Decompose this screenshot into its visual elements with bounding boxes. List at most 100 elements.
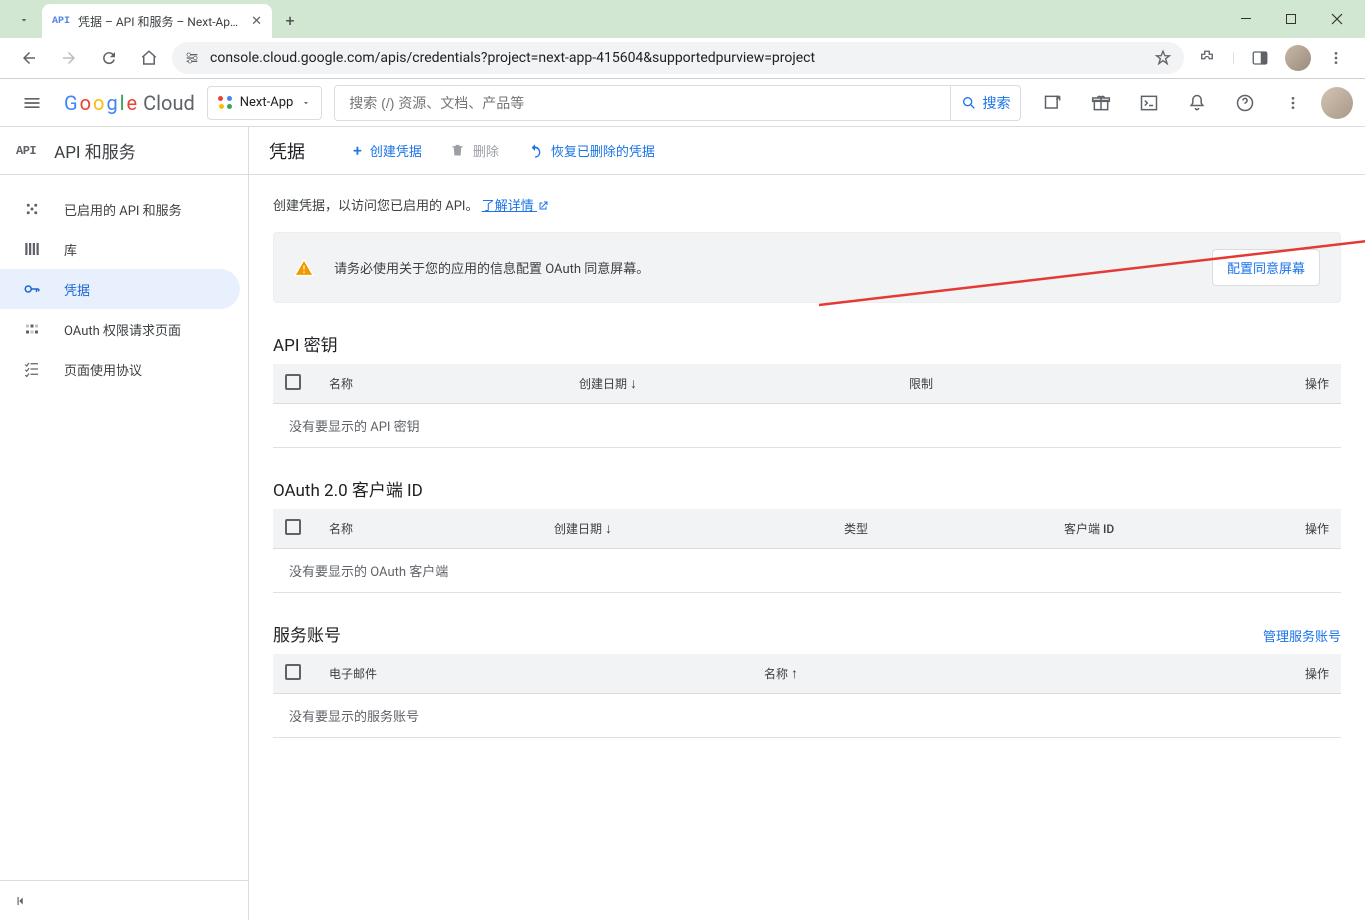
new-tab-button[interactable]: + [276,6,304,34]
maximize-icon[interactable] [1269,4,1314,34]
description: 创建凭据，以访问您已启用的 API。 了解详情 [273,195,1341,214]
window-controls [1224,4,1359,34]
sidebar-item-label: 库 [64,240,77,259]
help-icon[interactable] [1225,83,1265,123]
empty-row: 没有要显示的 OAuth 客户端 [273,549,1341,593]
sort-up-icon: ↑ [791,666,798,682]
home-button[interactable] [132,41,166,75]
undo-icon [527,143,543,159]
gemini-icon[interactable] [1033,83,1073,123]
close-icon[interactable]: ✕ [251,14,262,29]
search-button[interactable]: 搜索 [950,86,1020,120]
page-title: 凭据 [269,138,305,164]
sort-down-icon: ↓ [630,376,637,392]
checklist-icon [22,360,42,378]
tab-favicon: API [52,16,70,27]
sidebar-header[interactable]: API API 和服务 [0,127,248,175]
star-icon[interactable] [1154,49,1172,67]
learn-more-link[interactable]: 了解详情 [482,199,549,214]
google-cloud-logo[interactable]: Google Cloud [64,91,195,115]
project-selector[interactable]: Next-App [207,86,323,120]
main-content: 凭据 + 创建凭据 删除 恢复已删除的凭据 创建凭据，以访问您已启用的 API。… [249,127,1365,920]
col-actions: 操作 [1281,364,1341,404]
notifications-icon[interactable] [1177,83,1217,123]
project-name: Next-App [240,95,294,110]
more-menu-icon[interactable] [1273,83,1313,123]
empty-row: 没有要显示的服务账号 [273,694,1341,738]
col-client-id[interactable]: 客户端 ID [1052,509,1281,549]
section-title-oauth: OAuth 2.0 客户端 ID [273,476,1341,501]
sidebar-item-page-agreement[interactable]: 页面使用协议 [0,349,248,389]
chevron-left-icon [14,894,28,908]
sidebar: API API 和服务 已启用的 API 和服务 库 凭据 OAuth 权限请求… [0,127,249,920]
user-avatar[interactable] [1321,87,1353,119]
select-all-checkbox[interactable] [285,374,301,390]
address-bar: console.cloud.google.com/apis/credential… [0,38,1365,78]
sidebar-item-label: OAuth 权限请求页面 [64,320,181,339]
create-credential-button[interactable]: + 创建凭据 [353,135,422,166]
gcp-header: Google Cloud Next-App 搜索 [0,79,1365,127]
sidebar-item-credentials[interactable]: 凭据 [0,269,240,309]
empty-row: 没有要显示的 API 密钥 [273,404,1341,448]
col-actions: 操作 [1281,654,1341,694]
browser-menu-icon[interactable] [1319,41,1353,75]
tab-dropdown[interactable] [10,6,38,34]
section-title-api-keys: API 密钥 [273,331,1341,356]
browser-profile-avatar[interactable] [1285,45,1311,71]
addr-icons: | [1190,41,1353,75]
service-accounts-table: 电子邮件 名称 ↑ 操作 没有要显示的服务账号 [273,654,1341,738]
cloud-shell-icon[interactable] [1129,83,1169,123]
extensions-icon[interactable] [1190,41,1224,75]
trash-icon [450,143,465,158]
col-restrict[interactable]: 限制 [897,364,1281,404]
minimize-icon[interactable] [1224,4,1269,34]
hamburger-menu[interactable] [12,83,52,123]
search-icon [961,95,977,111]
forward-button[interactable] [52,41,86,75]
tab-title: 凭据 – API 和服务 – Next-App… [78,13,243,30]
gift-icon[interactable] [1081,83,1121,123]
browser-chrome: API 凭据 – API 和服务 – Next-App… ✕ + console… [0,0,1365,79]
side-panel-icon[interactable] [1243,41,1277,75]
sidebar-item-oauth-consent[interactable]: OAuth 权限请求页面 [0,309,248,349]
select-all-checkbox[interactable] [285,519,301,535]
col-created[interactable]: 创建日期 ↓ [567,364,897,404]
consent-icon [22,320,42,338]
col-created[interactable]: 创建日期 ↓ [542,509,832,549]
restore-deleted-button[interactable]: 恢复已删除的凭据 [527,135,655,166]
col-email[interactable]: 电子邮件 [317,654,752,694]
library-icon [22,240,42,258]
api-keys-table: 名称 创建日期 ↓ 限制 操作 没有要显示的 API 密钥 [273,364,1341,448]
col-type[interactable]: 类型 [832,509,1052,549]
col-name[interactable]: 名称 [317,509,542,549]
sidebar-item-label: 已启用的 API 和服务 [64,200,182,219]
main-header: 凭据 + 创建凭据 删除 恢复已删除的凭据 [249,127,1365,175]
col-name[interactable]: 名称 ↑ [752,654,1281,694]
browser-tab[interactable]: API 凭据 – API 和服务 – Next-App… ✕ [42,4,272,38]
site-settings-icon [184,50,200,66]
url-box[interactable]: console.cloud.google.com/apis/credential… [172,42,1184,74]
sidebar-collapse[interactable] [0,880,248,920]
project-dots-icon [218,96,232,110]
sort-down-icon: ↓ [605,521,612,537]
window-close-icon[interactable] [1314,4,1359,34]
key-icon [22,280,42,298]
configure-consent-button[interactable]: 配置同意屏幕 [1212,249,1320,286]
search-box: 搜索 [334,85,1021,121]
sidebar-item-enabled-apis[interactable]: 已启用的 API 和服务 [0,189,248,229]
enabled-apis-icon [22,200,42,218]
select-all-checkbox[interactable] [285,664,301,680]
banner-text: 请务必使用关于您的应用的信息配置 OAuth 同意屏幕。 [334,258,1192,277]
section-title-service: 服务账号 [273,621,341,646]
col-name[interactable]: 名称 [317,364,567,404]
delete-button[interactable]: 删除 [450,135,499,166]
tab-bar: API 凭据 – API 和服务 – Next-App… ✕ + [0,0,1365,38]
sidebar-item-library[interactable]: 库 [0,229,248,269]
manage-service-accounts-link[interactable]: 管理服务账号 [1263,626,1341,645]
warning-icon [294,258,314,278]
oauth-table: 名称 创建日期 ↓ 类型 客户端 ID 操作 没有要显示的 OAuth 客户端 [273,509,1341,593]
search-input[interactable] [335,86,950,120]
reload-button[interactable] [92,41,126,75]
col-actions: 操作 [1281,509,1341,549]
back-button[interactable] [12,41,46,75]
